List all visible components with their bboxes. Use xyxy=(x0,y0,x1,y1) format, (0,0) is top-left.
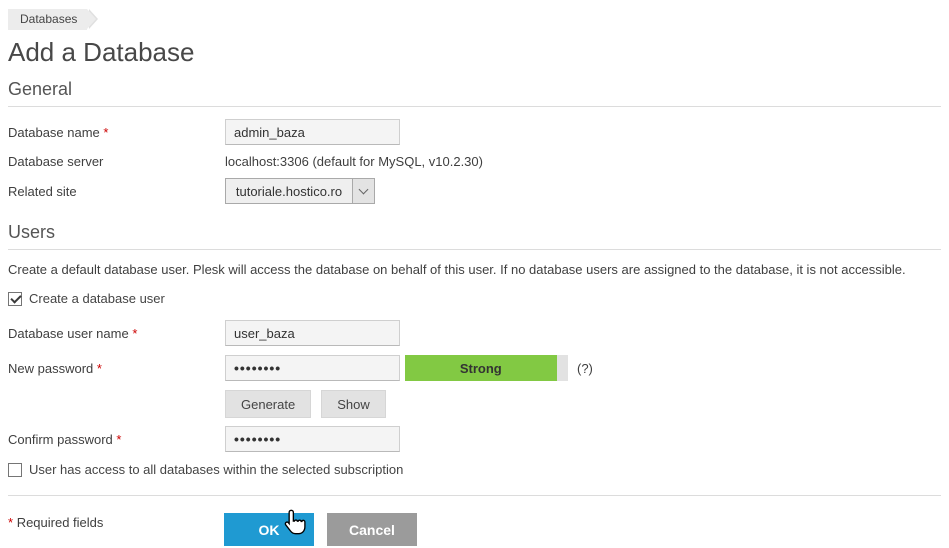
required-fields-note: * Required fields xyxy=(8,515,103,530)
access-all-checkbox-label[interactable]: User has access to all databases within … xyxy=(29,462,403,477)
chevron-glyph xyxy=(359,184,369,194)
related-site-label-text: Related site xyxy=(8,184,77,199)
database-user-name-label-text: Database user name xyxy=(8,326,129,341)
required-asterisk: * xyxy=(132,326,137,341)
footer-buttons: OK Cancel xyxy=(224,513,417,546)
new-password-label-text: New password xyxy=(8,361,93,376)
database-user-name-input[interactable] xyxy=(225,320,400,346)
breadcrumb[interactable]: Databases xyxy=(8,9,87,30)
users-description: Create a default database user. Plesk wi… xyxy=(8,262,941,277)
generate-password-button[interactable]: Generate xyxy=(225,390,311,418)
database-name-label-text: Database name xyxy=(8,125,100,140)
password-buttons-row: Generate Show xyxy=(8,390,941,418)
new-password-label: New password * xyxy=(8,361,225,376)
page-title: Add a Database xyxy=(8,37,941,67)
required-asterisk: * xyxy=(116,432,121,447)
database-user-name-label: Database user name * xyxy=(8,326,225,341)
required-asterisk: * xyxy=(97,361,102,376)
new-password-row: New password * Strong (?) xyxy=(8,355,941,381)
section-heading-users: Users xyxy=(8,222,941,250)
create-user-checkbox-row: Create a database user xyxy=(8,291,941,306)
add-database-page: Databases Add a Database General Databas… xyxy=(0,0,949,546)
password-strength-label: Strong xyxy=(460,361,502,376)
required-asterisk: * xyxy=(103,125,108,140)
confirm-password-label: Confirm password * xyxy=(8,432,225,447)
access-all-checkbox[interactable] xyxy=(8,463,22,477)
cancel-button[interactable]: Cancel xyxy=(327,513,417,546)
confirm-password-input[interactable] xyxy=(225,426,400,452)
database-server-label: Database server xyxy=(8,154,225,169)
database-user-name-row: Database user name * xyxy=(8,320,941,346)
database-server-row: Database server localhost:3306 (default … xyxy=(8,154,941,169)
related-site-label: Related site xyxy=(8,184,225,199)
ok-button[interactable]: OK xyxy=(224,513,314,546)
create-user-checkbox-label[interactable]: Create a database user xyxy=(29,291,165,306)
database-server-value: localhost:3306 (default for MySQL, v10.2… xyxy=(225,154,483,169)
database-server-label-text: Database server xyxy=(8,154,103,169)
database-name-row: Database name * xyxy=(8,119,941,145)
database-name-input[interactable] xyxy=(225,119,400,145)
related-site-selected-value: tutoriale.hostico.ro xyxy=(226,184,352,199)
related-site-row: Related site tutoriale.hostico.ro xyxy=(8,178,941,204)
database-name-label: Database name * xyxy=(8,125,225,140)
password-strength-meter: Strong xyxy=(405,355,568,381)
required-fields-text: Required fields xyxy=(17,515,104,530)
footer: * Required fields OK Cancel xyxy=(8,496,941,546)
chevron-down-icon[interactable] xyxy=(352,179,374,203)
related-site-select[interactable]: tutoriale.hostico.ro xyxy=(225,178,375,204)
section-heading-general: General xyxy=(8,79,941,107)
password-strength-fill: Strong xyxy=(405,355,557,381)
confirm-password-label-text: Confirm password xyxy=(8,432,113,447)
confirm-password-row: Confirm password * xyxy=(8,426,941,452)
access-all-checkbox-row: User has access to all databases within … xyxy=(8,462,941,477)
show-password-button[interactable]: Show xyxy=(321,390,386,418)
create-user-checkbox[interactable] xyxy=(8,292,22,306)
breadcrumb-item-databases[interactable]: Databases xyxy=(20,12,77,26)
required-asterisk: * xyxy=(8,515,13,530)
new-password-input[interactable] xyxy=(225,355,400,381)
password-help-link[interactable]: (?) xyxy=(577,361,593,376)
